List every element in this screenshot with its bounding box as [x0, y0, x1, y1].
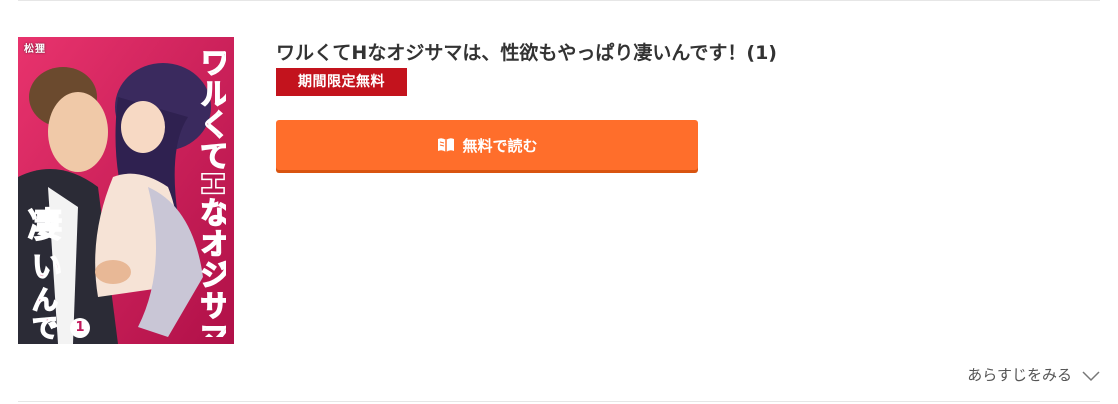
comic-title[interactable]: ワルくてHなオジサマは、性欲もやっぱり凄いんです！(1): [276, 38, 777, 65]
svg-text:凄: 凄: [28, 206, 62, 246]
read-free-button[interactable]: 無料で読む: [276, 120, 698, 170]
cover-volume-badge: 1: [70, 318, 90, 338]
bottom-divider: [18, 401, 1100, 402]
comic-item: 凄 い ん で 松狸 ワルくてHなオジサマは、性欲もやっぱり凄いんです! 1 ワ…: [0, 0, 1118, 404]
synopsis-toggle-label: あらすじをみる: [967, 365, 1072, 384]
free-period-badge: 期間限定無料: [276, 68, 407, 96]
top-divider: [18, 0, 1100, 1]
cover-author: 松狸: [24, 44, 46, 55]
svg-text:で: で: [32, 314, 58, 344]
chevron-down-icon: [1082, 368, 1100, 382]
svg-text:い: い: [32, 250, 62, 285]
synopsis-toggle[interactable]: あらすじをみる: [967, 362, 1100, 386]
svg-text:ん: ん: [32, 286, 58, 316]
book-open-icon: [436, 136, 456, 154]
cover-title-art: ワルくてHなオジサマは、性欲もやっぱり凄いんです!: [182, 47, 226, 337]
cover-image[interactable]: 凄 い ん で 松狸 ワルくてHなオジサマは、性欲もやっぱり凄いんです! 1: [18, 37, 234, 344]
read-free-button-label: 無料で読む: [462, 136, 538, 155]
